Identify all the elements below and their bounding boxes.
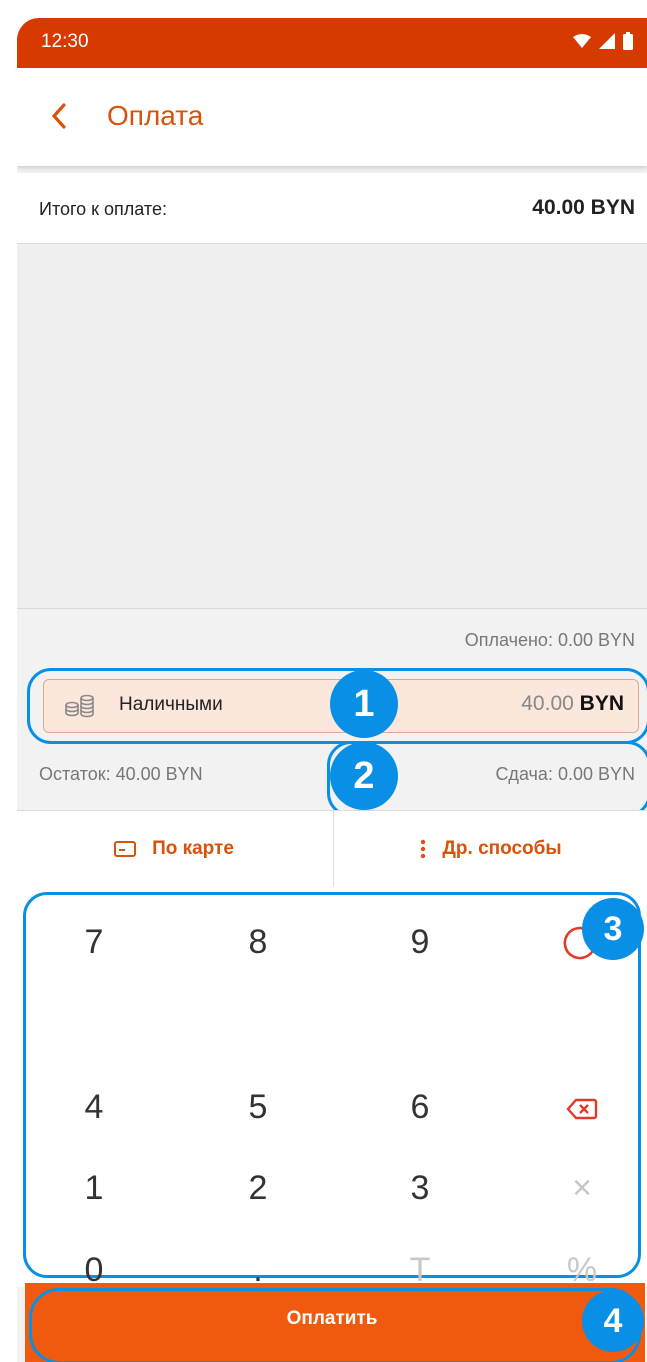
key-4[interactable]: 4 [19,1067,169,1147]
annotation-badge-3: 3 [582,898,644,960]
coins-icon [65,694,94,718]
payment-amount-value: 40.00 [521,692,574,715]
backspace-key[interactable] [507,1067,647,1147]
back-arrow-icon[interactable] [49,101,69,131]
page-title: Оплата [107,100,204,131]
other-methods-button[interactable]: Др. способы [333,811,647,887]
payments-list-area [17,244,647,609]
payment-method-label: Наличными [119,694,223,715]
pay-button-label: Оплатить [286,1308,378,1329]
annotation-badge-4: 4 [582,1290,644,1352]
pay-by-card-label: По карте [152,838,234,859]
pay-by-card-button[interactable]: По карте [17,811,331,887]
key-8[interactable]: 8 [183,902,333,982]
battery-icon [623,32,633,50]
more-vert-icon [421,839,426,859]
key-3[interactable]: 3 [345,1148,495,1228]
signal-icon [599,33,615,49]
wifi-icon [573,34,591,48]
total-label: Итого к оплате: [39,199,167,219]
multiply-key[interactable]: × [507,1148,647,1228]
status-time: 12:30 [41,31,89,52]
status-bar: 12:30 [17,18,647,68]
key-2[interactable]: 2 [183,1148,333,1228]
key-9[interactable]: 9 [345,902,495,982]
paid-amount: Оплачено: 0.00 BYN [464,630,635,650]
payment-method-amount: 40.00 BYN [521,692,624,716]
alt-payment-row: По карте Др. способы [17,810,647,888]
card-icon [114,841,137,857]
phone-screen: 12:30 Оплата Итого к оплате: 40.00 BYN О… [17,18,647,1362]
key-7[interactable]: 7 [19,902,169,982]
annotation-badge-1: 1 [330,670,398,738]
key-1[interactable]: 1 [19,1148,169,1228]
other-methods-label: Др. способы [442,838,562,859]
total-value: 40.00 BYN [532,196,635,219]
total-row: Итого к оплате: 40.00 BYN [17,173,647,244]
change-amount: Сдача: 0.00 BYN [495,764,635,784]
key-6[interactable]: 6 [345,1067,495,1147]
status-icons [573,32,633,50]
key-5[interactable]: 5 [183,1067,333,1147]
remaining-amount: Остаток: 40.00 BYN [39,764,203,784]
payment-amount-currency: BYN [579,692,624,715]
app-bar: Оплата [17,68,647,166]
backspace-icon [566,1098,598,1120]
annotation-badge-2: 2 [330,742,398,810]
